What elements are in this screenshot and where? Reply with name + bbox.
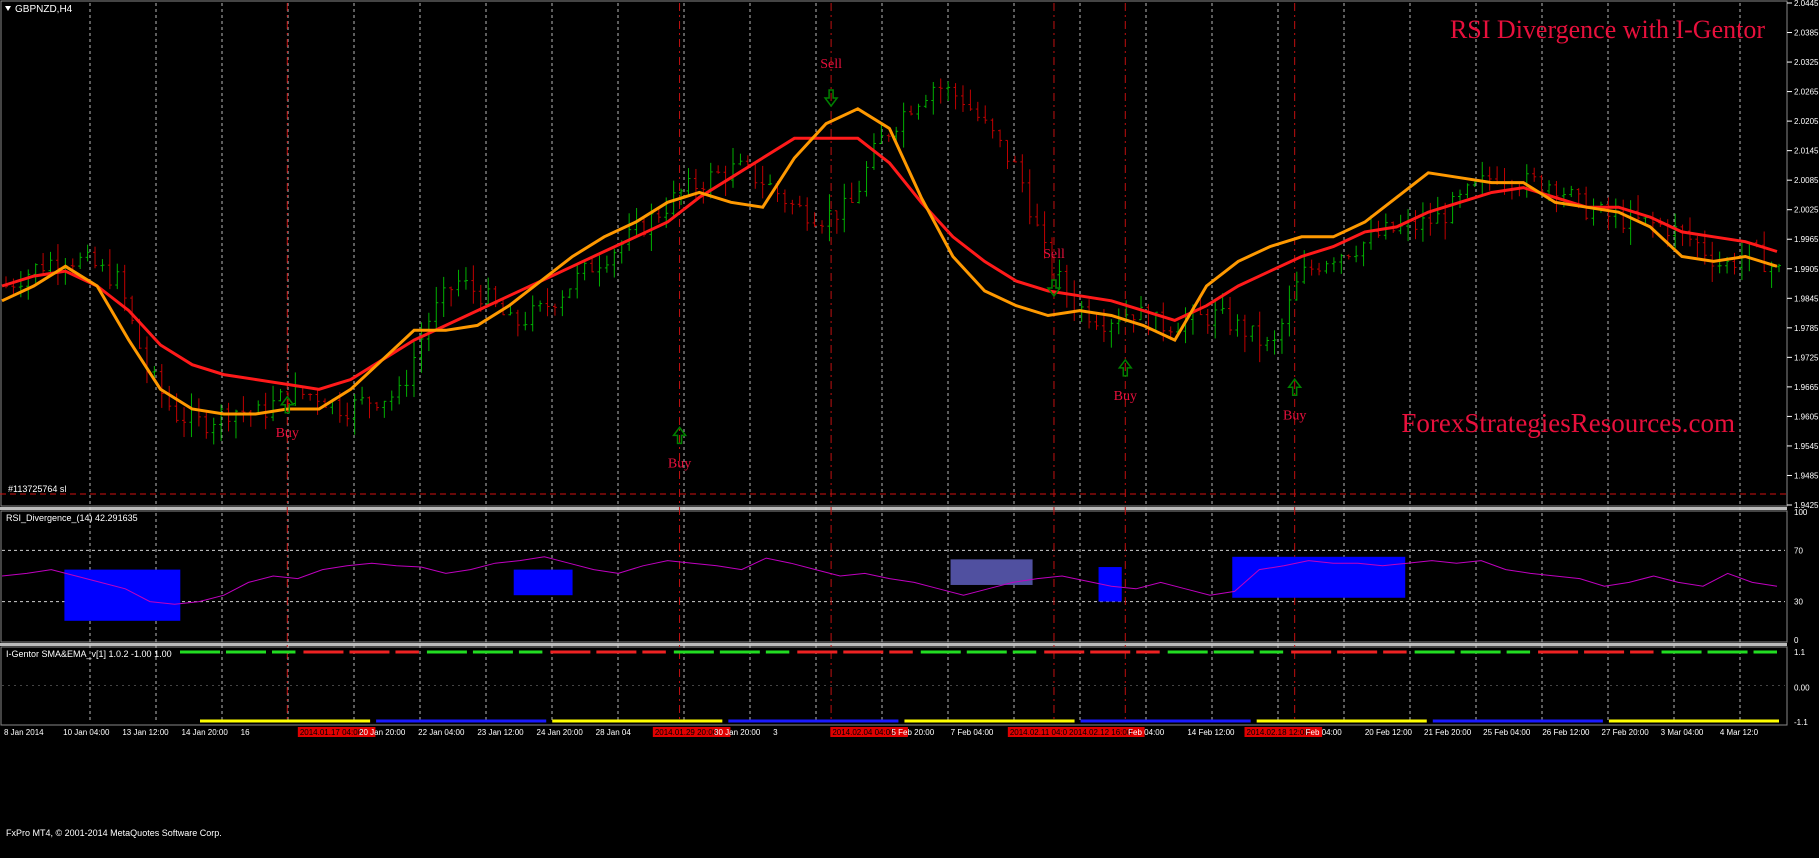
time-tick-label: 23 Jan 12:00 <box>477 728 524 737</box>
time-tick-label: 22 Jan 04:00 <box>418 728 465 737</box>
symbol-title: GBPNZD,H4 <box>15 4 73 15</box>
gentor-tick-label: 0.00 <box>1794 684 1810 693</box>
gentor-tick-label: 1.1 <box>1794 648 1806 657</box>
price-tick-label: 1.9785 <box>1794 324 1819 333</box>
buy-signal-label: Buy <box>1283 408 1306 423</box>
price-tick-label: 2.0325 <box>1794 58 1819 67</box>
gentor-tick-label: -1.1 <box>1794 718 1808 727</box>
time-tick-label: 2014.02.11 04:00 <box>1010 728 1072 737</box>
rsi-tick-label: 70 <box>1794 546 1803 555</box>
time-tick-label: 13 Jan 12:00 <box>122 728 169 737</box>
time-tick-label: 14 Jan 20:00 <box>182 728 229 737</box>
gentor-title: I-Gentor SMA&EMA_v[1] 1.0.2 -1.00 1.00 <box>6 649 172 659</box>
gbpnzd-h4-chart[interactable]: Buy Buy Sell Sell Buy Buy 2.0445 2.0385 2.0325 2… <box>0 0 1819 858</box>
time-tick-label: 3 <box>773 728 778 737</box>
time-tick-label: 4 Mar 12:0 <box>1720 728 1759 737</box>
price-tick-label: 2.0025 <box>1794 206 1819 215</box>
price-tick-label: 1.9605 <box>1794 412 1819 421</box>
buy-signal-label: Buy <box>1114 389 1137 404</box>
sell-signal-label: Sell <box>1043 247 1065 262</box>
footer-copyright: FxPro MT4, © 2001-2014 MetaQuotes Softwa… <box>6 828 222 838</box>
time-tick-label: 2014.02.04 04:00 <box>832 728 895 737</box>
price-tick-label: 2.0145 <box>1794 147 1819 156</box>
time-tick-label: 20 Feb 12:00 <box>1365 728 1413 737</box>
time-tick-label: 14 Feb 12:00 <box>1187 728 1235 737</box>
price-tick-label: 1.9725 <box>1794 353 1819 362</box>
price-tick-label: 1.9965 <box>1794 235 1819 244</box>
time-tick-label: 2014.01.29 20:00 <box>655 728 718 737</box>
time-tick-label: 2014.01.17 04:00 <box>300 728 363 737</box>
time-tick-label: 30 Jan 20:00 <box>714 728 761 737</box>
time-tick-label: 24 Jan 20:00 <box>537 728 584 737</box>
rsi-title: RSI_Divergence_(14) 42.291635 <box>6 513 138 523</box>
price-tick-label: 2.0085 <box>1794 176 1819 185</box>
time-tick-label: 2014.02.18 12:00 <box>1247 728 1310 737</box>
price-tick-label: 1.9905 <box>1794 265 1819 274</box>
time-tick-label: Feb 04:00 <box>1306 728 1343 737</box>
price-tick-label: 1.9665 <box>1794 383 1819 392</box>
time-tick-label: 10 Jan 04:00 <box>63 728 110 737</box>
price-tick-label: 1.9485 <box>1794 471 1819 480</box>
rsi-tick-label: 0 <box>1794 636 1799 645</box>
time-tick-label: 20 Jan 20:00 <box>359 728 406 737</box>
time-tick-label: 3 Mar 04:00 <box>1661 728 1704 737</box>
price-tick-label: 2.0385 <box>1794 29 1819 38</box>
price-tick-label: 2.0445 <box>1794 0 1819 8</box>
price-tick-label: 1.9845 <box>1794 294 1819 303</box>
divergence-zone <box>1232 556 1406 598</box>
time-tick-label: 16 <box>241 728 250 737</box>
time-tick-label: 5 Feb 20:00 <box>892 728 935 737</box>
order-label[interactable]: #113725764 sl <box>8 484 66 494</box>
time-tick-label: Feb 04:00 <box>1128 728 1165 737</box>
time-tick-label: 2014.02.12 16:00 <box>1069 728 1132 737</box>
window-title: GBPNZD,H4 <box>5 4 73 15</box>
sell-signal-label: Sell <box>820 57 842 72</box>
time-tick-label: 27 Feb 20:00 <box>1602 728 1650 737</box>
overlay-title: RSI Divergence with I-Gentor <box>1450 15 1765 44</box>
time-tick-label: 21 Feb 20:00 <box>1424 728 1472 737</box>
price-tick-label: 2.0205 <box>1794 117 1819 126</box>
rsi-tick-label: 30 <box>1794 598 1803 607</box>
time-tick-label: 28 Jan 04 <box>596 728 632 737</box>
price-tick-label: 2.0265 <box>1794 88 1819 97</box>
rsi-tick-label: 100 <box>1794 508 1808 517</box>
price-tick-label: 1.9545 <box>1794 442 1819 451</box>
divergence-zone <box>513 569 573 596</box>
time-tick-label: 8 Jan 2014 <box>4 728 44 737</box>
time-tick-label: 26 Feb 12:00 <box>1542 728 1590 737</box>
time-tick-label: 7 Feb 04:00 <box>951 728 994 737</box>
buy-signal-label: Buy <box>276 426 299 441</box>
time-tick-label: 25 Feb 04:00 <box>1483 728 1531 737</box>
watermark: ForexStrategiesResources.com <box>1401 408 1735 438</box>
buy-signal-label: Buy <box>668 456 691 471</box>
